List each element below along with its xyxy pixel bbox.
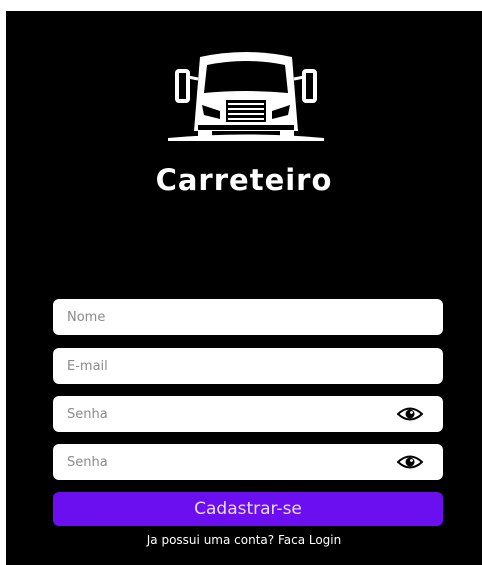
- truck-icon: [168, 52, 324, 141]
- signup-screen: Carreteiro Cadastrar-se Ja possui uma co…: [6, 11, 482, 565]
- eye-icon[interactable]: [397, 453, 423, 471]
- password-input[interactable]: [53, 396, 443, 432]
- email-input[interactable]: [53, 348, 443, 384]
- app-title: Carreteiro: [155, 163, 333, 197]
- confirm-password-field[interactable]: [53, 444, 443, 480]
- confirm-password-input[interactable]: [53, 444, 443, 480]
- name-input[interactable]: [53, 299, 443, 335]
- name-field[interactable]: [53, 299, 443, 335]
- login-link[interactable]: Ja possui uma conta? Faca Login: [6, 533, 482, 547]
- eye-icon[interactable]: [397, 405, 423, 423]
- password-field[interactable]: [53, 396, 443, 432]
- email-field[interactable]: [53, 348, 443, 384]
- signup-button[interactable]: Cadastrar-se: [53, 492, 443, 526]
